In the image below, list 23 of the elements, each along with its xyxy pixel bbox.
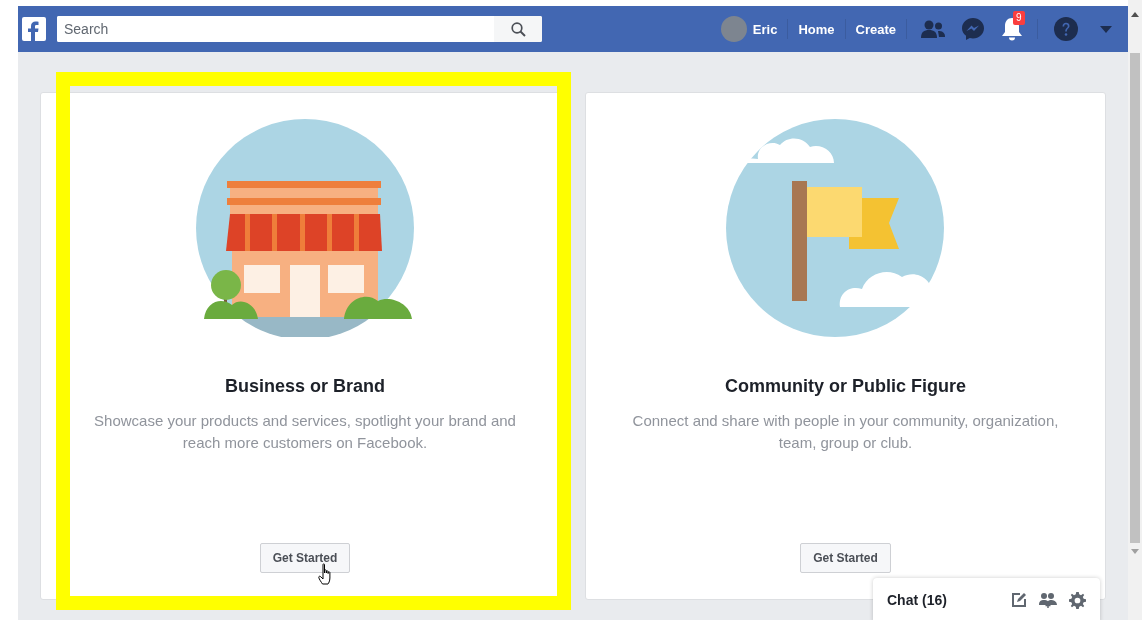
profile-name-link[interactable]: Eric <box>752 21 778 37</box>
search-icon <box>510 21 526 37</box>
group-people-icon[interactable] <box>1039 592 1057 608</box>
facebook-logo-icon[interactable] <box>22 17 46 41</box>
help-icon[interactable] <box>1054 17 1078 41</box>
home-link[interactable]: Home <box>788 21 845 37</box>
get-started-button[interactable]: Get Started <box>800 543 891 573</box>
scrollbar-thumb[interactable] <box>1130 53 1140 543</box>
card-description: Connect and share with people in your community, organization, team, group or club. <box>631 411 1060 453</box>
card-title: Community or Public Figure <box>725 376 966 397</box>
dropdown-caret-icon[interactable] <box>1100 25 1112 33</box>
scroll-up-arrow-icon[interactable] <box>1131 12 1139 17</box>
settings-icon[interactable] <box>1069 591 1086 609</box>
messenger-icon[interactable] <box>961 17 985 41</box>
compose-icon[interactable] <box>1011 592 1027 608</box>
create-link[interactable]: Create <box>845 21 906 37</box>
chat-label[interactable]: Chat (16) <box>887 592 947 608</box>
notification-badge: 9 <box>1013 11 1025 25</box>
get-started-button[interactable]: Get Started <box>259 543 351 573</box>
search-button[interactable] <box>494 16 542 42</box>
card-title: Business or Brand <box>224 376 385 397</box>
card-description: Showcase your products and services, spotlight your brand and reach more customers on Facebook. <box>93 411 517 453</box>
friends-icon[interactable] <box>921 20 945 38</box>
